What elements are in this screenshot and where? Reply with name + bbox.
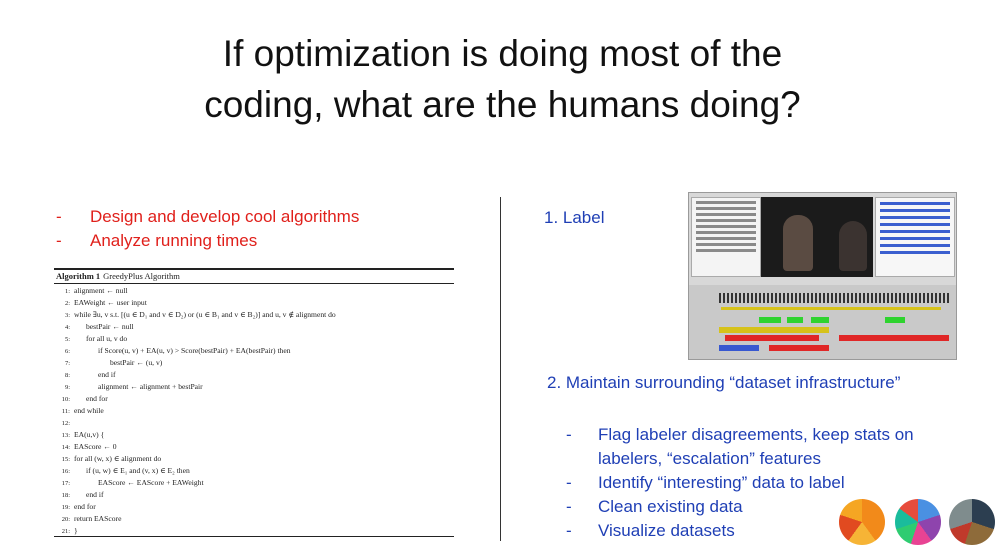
algorithm-line: 18: end if (54, 489, 454, 501)
left-bullet: Analyze running times (56, 229, 359, 253)
algorithm-line-text: end while (74, 406, 104, 415)
algorithm-line: 4: bestPair ← null (54, 321, 454, 333)
left-bullet-list: Design and develop cool algorithms Analy… (56, 205, 359, 253)
algorithm-line: 15: for all (w, x) ∈ alignment do (54, 453, 454, 465)
algorithm-caption: Algorithm 1 GreedyPlus Algorithm (56, 270, 180, 282)
algorithm-line: 20: return EAScore (54, 513, 454, 525)
algorithm-line-number: 6: (64, 348, 70, 355)
algorithm-line: 6: if Score(u, v) + EA(u, v) > Score(best… (54, 345, 454, 357)
label-step-heading: 1. Label (544, 208, 605, 227)
algorithm-box: Algorithm 1 GreedyPlus Algorithm 1: alignm… (54, 268, 454, 537)
algorithm-line-number: 19: (61, 504, 70, 511)
algorithm-line-number: 5: (64, 336, 70, 343)
algorithm-line-text: end if (98, 370, 116, 379)
algorithm-line-number: 2: (64, 300, 70, 307)
algorithm-line: 16: if (u, w) ∈ E₁ and (v, x) ∈ E₂ then (54, 465, 454, 477)
screenshot-timeline (689, 285, 956, 359)
algorithm-line-number: 1: (64, 288, 70, 295)
algorithm-line-number: 20: (61, 516, 70, 523)
pie-chart-icon (895, 499, 941, 545)
column-divider (500, 197, 501, 541)
algorithm-line-number: 8: (64, 372, 70, 379)
left-bullet: Design and develop cool algorithms (56, 205, 359, 229)
algorithm-line-text: for all (w, x) ∈ alignment do (74, 454, 162, 463)
algorithm-caption-name: GreedyPlus Algorithm (103, 271, 180, 281)
algorithm-line: 11: end while (54, 405, 454, 417)
algorithm-line-text: while ∃u, v s.t. [(u ∈ D₁ and v ∈ D₂) or… (74, 310, 336, 319)
algorithm-line-number: 14: (61, 444, 70, 451)
algorithm-line: 19: end for (54, 501, 454, 513)
algorithm-line-text: EAScore ← EAScore + EAWeight (98, 478, 204, 487)
algorithm-line-text: EA(u,v) { (74, 430, 105, 439)
algorithm-line-number: 11: (61, 408, 70, 415)
algorithm-line-text: bestPair ← null (86, 322, 134, 331)
screenshot-right-panel (875, 197, 955, 277)
title-line-1: If optimization is doing most of the (222, 33, 783, 74)
algorithm-line: 5: for all u, v do (54, 333, 454, 345)
algorithm-line-number: 12: (61, 420, 70, 427)
algorithm-line-number: 13: (61, 432, 70, 439)
screenshot-left-panel (691, 197, 761, 277)
algorithm-line-text: end for (74, 502, 96, 511)
right-bullet: Flag labeler disagreements, keep stats o… (560, 423, 980, 471)
algorithm-line: 9: alignment ← alignment + bestPair (54, 381, 454, 393)
algorithm-line-text: if (u, w) ∈ E₁ and (v, x) ∈ E₂ then (86, 466, 190, 475)
algorithm-bottom-rule (54, 536, 454, 537)
algorithm-line-number: 7: (64, 360, 70, 367)
pie-chart-icon (839, 499, 885, 545)
algorithm-line-text: end for (86, 394, 108, 403)
algorithm-caption-label: Algorithm 1 (56, 271, 101, 281)
algorithm-line: 7: bestPair ← (u, v) (54, 357, 454, 369)
algorithm-line: 17: EAScore ← EAScore + EAWeight (54, 477, 454, 489)
algorithm-line-text: alignment ← alignment + bestPair (98, 382, 203, 391)
algorithm-line: 10: end for (54, 393, 454, 405)
algorithm-line: 3: while ∃u, v s.t. [(u ∈ D₁ and v ∈ D₂) … (54, 309, 454, 321)
maintain-step-heading: 2. Maintain surrounding “dataset infrast… (547, 373, 901, 392)
algorithm-line-number: 10: (61, 396, 70, 403)
algorithm-line: 2: EAWeight ← user input (54, 297, 454, 309)
algorithm-line-number: 15: (61, 456, 70, 463)
algorithm-line-number: 4: (64, 324, 70, 331)
pie-chart-icon (949, 499, 995, 545)
algorithm-line-number: 18: (61, 492, 70, 499)
screenshot-video-frame (761, 197, 873, 277)
algorithm-lines: 1: alignment ← null 2: EAWeight ← user inpu… (54, 285, 454, 537)
algorithm-line-text: for all u, v do (86, 334, 128, 343)
algorithm-line: 8: end if (54, 369, 454, 381)
algorithm-line: 1: alignment ← null (54, 285, 454, 297)
algorithm-line-number: 3: (64, 312, 70, 319)
algorithm-line-number: 16: (61, 468, 70, 475)
algorithm-line-text: bestPair ← (u, v) (110, 358, 163, 367)
algorithm-line-text: EAWeight ← user input (74, 298, 147, 307)
labeling-tool-screenshot (688, 192, 957, 360)
algorithm-line-text: return EAScore (74, 514, 122, 523)
algorithm-line: 12: (54, 417, 454, 429)
algorithm-line-text: end if (86, 490, 104, 499)
algorithm-line: 13: EA(u,v) { (54, 429, 454, 441)
right-bullet: Identify “interesting” data to label (560, 471, 980, 495)
algorithm-mid-rule (54, 283, 454, 284)
algorithm-line: 14: EAScore ← 0 (54, 441, 454, 453)
slide-title: If optimization is doing most of the cod… (130, 28, 875, 130)
title-line-2: coding, what are the humans doing? (204, 84, 801, 125)
algorithm-line-text: EAScore ← 0 (74, 442, 117, 451)
algorithm-line-number: 17: (61, 480, 70, 487)
algorithm-line-text: if Score(u, v) + EA(u, v) > Score(bestPa… (98, 346, 291, 355)
algorithm-line-number: 9: (64, 384, 70, 391)
algorithm-line-text: alignment ← null (74, 286, 128, 295)
